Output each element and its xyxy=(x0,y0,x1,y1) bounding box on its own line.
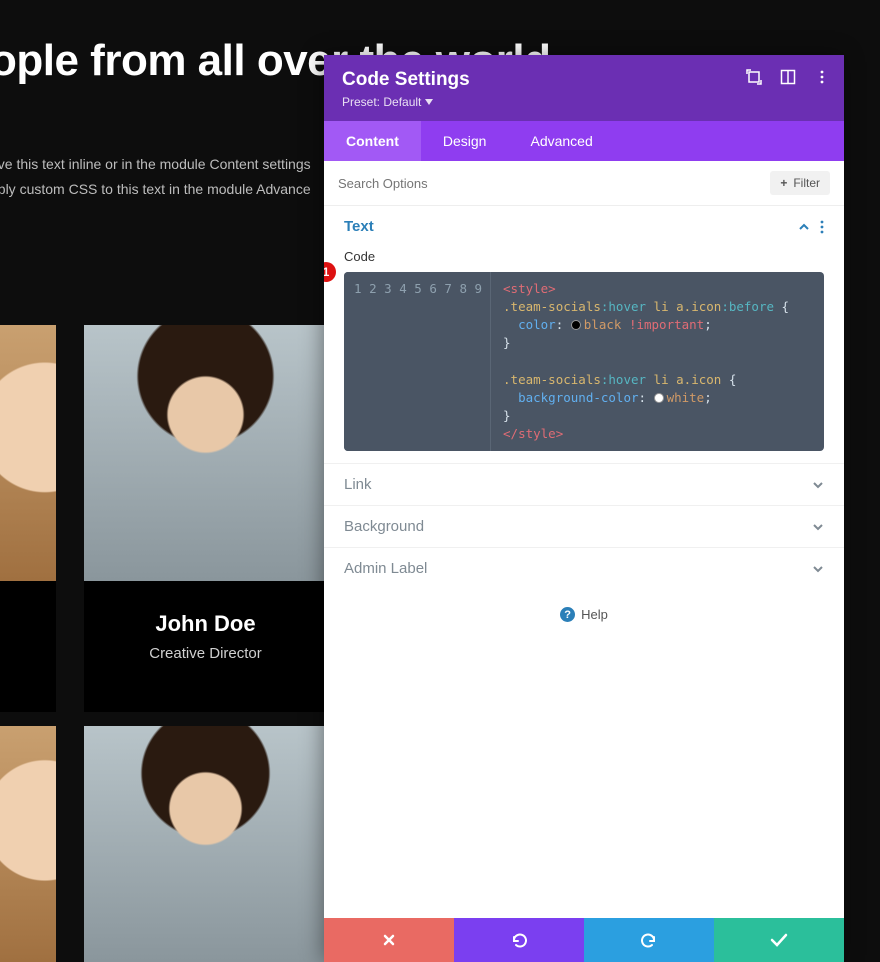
section-title: Text xyxy=(344,218,374,235)
team-card-info: John Doe Creative Director xyxy=(84,581,327,712)
code-field-label: Code xyxy=(344,249,824,264)
avatar xyxy=(0,325,56,581)
search-toolbar: + Filter xyxy=(324,161,844,206)
avatar xyxy=(84,325,327,581)
kebab-menu-icon[interactable] xyxy=(820,220,824,234)
hero-sub-line: pply custom CSS to this text in the modu… xyxy=(0,177,330,202)
save-button[interactable] xyxy=(714,918,844,962)
team-card xyxy=(84,726,327,962)
plus-icon: + xyxy=(780,176,787,190)
filter-label: Filter xyxy=(793,176,820,190)
code-content: <style> .team-socials:hover li a.icon:be… xyxy=(491,272,801,451)
annotation-badge: 1 xyxy=(324,262,336,282)
preset-selector[interactable]: Preset: Default xyxy=(342,95,433,109)
section-title: Link xyxy=(344,476,372,493)
team-card xyxy=(0,726,56,962)
section-title: Background xyxy=(344,518,424,535)
tab-design[interactable]: Design xyxy=(421,121,509,161)
help-label: Help xyxy=(581,607,608,622)
section-header-link[interactable]: Link xyxy=(344,476,824,493)
code-editor[interactable]: 1 2 3 4 5 6 7 8 9 <style> .team-socials:… xyxy=(344,272,824,451)
team-card xyxy=(0,325,56,712)
preset-label: Preset: Default xyxy=(342,95,421,109)
redo-button[interactable] xyxy=(584,918,714,962)
close-icon xyxy=(382,933,396,947)
section-admin-label: Admin Label xyxy=(324,548,844,589)
section-text: Text Code 1 1 2 3 4 5 6 7 8 9 <style> .t… xyxy=(324,206,844,464)
team-cards-row-1: John Doe Creative Director xyxy=(0,325,327,712)
hero-sub-line: ove this text inline or in the module Co… xyxy=(0,152,330,177)
chevron-down-icon xyxy=(812,563,824,575)
team-card: John Doe Creative Director xyxy=(84,325,327,712)
tabs: Content Design Advanced xyxy=(324,121,844,161)
color-swatch-icon xyxy=(571,320,581,330)
panel-header: Code Settings Preset: Default xyxy=(324,55,844,121)
check-icon xyxy=(770,933,788,947)
section-header-background[interactable]: Background xyxy=(344,518,824,535)
search-input[interactable] xyxy=(338,176,770,191)
panel-body: Text Code 1 1 2 3 4 5 6 7 8 9 <style> .t… xyxy=(324,206,844,918)
line-gutter: 1 2 3 4 5 6 7 8 9 xyxy=(344,272,491,451)
color-swatch-icon xyxy=(654,393,664,403)
chevron-down-icon xyxy=(812,479,824,491)
expand-icon[interactable] xyxy=(746,69,762,85)
redo-icon xyxy=(640,932,658,948)
caret-down-icon xyxy=(425,99,433,105)
undo-button[interactable] xyxy=(454,918,584,962)
hero-subtitle: ove this text inline or in the module Co… xyxy=(0,152,330,202)
cancel-button[interactable] xyxy=(324,918,454,962)
help-icon: ? xyxy=(560,607,575,622)
tab-advanced[interactable]: Advanced xyxy=(508,121,614,161)
column-layout-icon[interactable] xyxy=(780,69,796,85)
help-link[interactable]: ? Help xyxy=(324,589,844,652)
panel-footer xyxy=(324,918,844,962)
section-link: Link xyxy=(324,464,844,506)
chevron-up-icon xyxy=(798,221,810,233)
section-header-admin-label[interactable]: Admin Label xyxy=(344,560,824,577)
tab-content[interactable]: Content xyxy=(324,121,421,161)
undo-icon xyxy=(510,932,528,948)
avatar xyxy=(0,726,56,962)
avatar xyxy=(84,726,327,962)
team-member-name: John Doe xyxy=(94,611,317,637)
kebab-menu-icon[interactable] xyxy=(814,69,830,85)
section-background: Background xyxy=(324,506,844,548)
team-member-role: Creative Director xyxy=(94,645,317,662)
section-header-text[interactable]: Text xyxy=(344,218,824,235)
code-settings-panel: Code Settings Preset: Default Content De… xyxy=(324,55,844,962)
section-title: Admin Label xyxy=(344,560,427,577)
filter-button[interactable]: + Filter xyxy=(770,171,830,195)
chevron-down-icon xyxy=(812,521,824,533)
